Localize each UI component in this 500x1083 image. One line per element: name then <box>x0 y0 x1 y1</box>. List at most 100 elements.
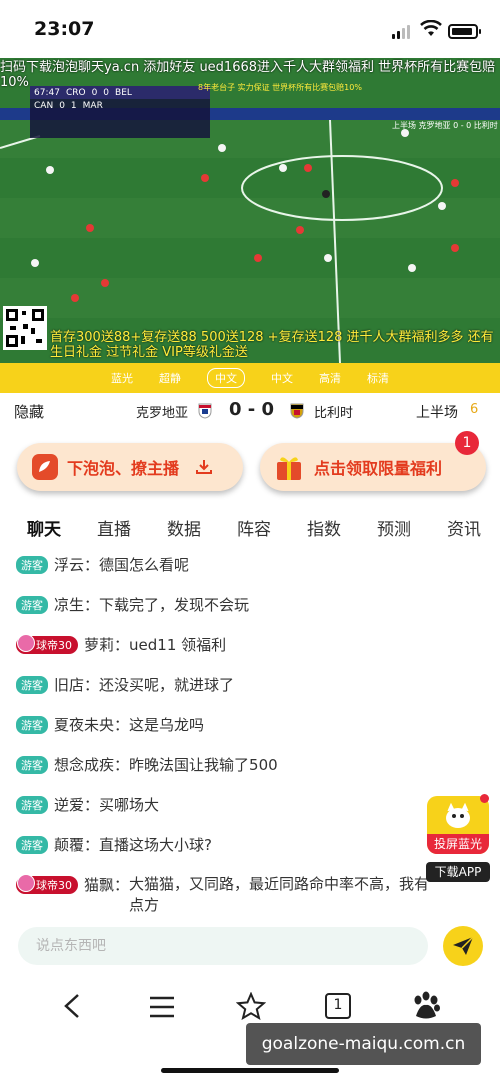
scorebug-sub-home: CAN <box>34 100 54 111</box>
chat-user[interactable]: 逆爱 <box>54 794 84 815</box>
match-period: 上半场 <box>416 405 458 421</box>
download-app-link[interactable]: 下载APP <box>426 862 490 882</box>
croatia-flag-icon <box>198 403 212 419</box>
tab-odds[interactable]: 指数 <box>307 515 341 540</box>
match-score-row: 隐藏 克罗地亚 0 - 0 比利时 上半场 6 <box>0 394 500 430</box>
cast-button[interactable]: 投屏蓝光 <box>427 794 489 854</box>
away-team-name: 比利时 <box>314 406 354 421</box>
quality-option[interactable]: 标清 <box>367 370 389 386</box>
chat-input[interactable]: 说点东西吧 <box>18 927 428 965</box>
match-period-count: 6 <box>470 402 479 417</box>
cast-label: 投屏蓝光 <box>427 834 489 854</box>
send-button[interactable] <box>443 926 483 966</box>
tab-data[interactable]: 数据 <box>167 515 201 540</box>
tab-bar: 聊天 直播 数据 阵容 指数 预测 资讯 <box>0 508 500 546</box>
video-player[interactable]: 扫码下载泡泡聊天ya.cn 添加好友 ued1668进入千人大群领福利 世界杯所… <box>0 58 500 363</box>
chat-text: 昨晚法国让我输了500 <box>129 756 278 774</box>
gift-button-label: 点击领取限量福利 <box>314 459 443 478</box>
quality-option[interactable]: 超静 <box>159 370 181 386</box>
quality-option[interactable]: 蓝光 <box>111 370 133 386</box>
site-watermark: goalzone-maiqu.com.cn <box>246 1023 481 1065</box>
home-team-name: 克罗地亚 <box>136 406 189 421</box>
tab-live[interactable]: 直播 <box>97 515 131 540</box>
chat-text: 下载完了，发现不会玩 <box>99 596 250 614</box>
chili-icon <box>32 454 58 480</box>
chat-message: 游客 想念成疾： 昨晚法国让我输了500 <box>16 754 278 775</box>
cat-mascot-icon <box>446 802 470 828</box>
status-time: 23:07 <box>34 18 95 40</box>
scorebug-sub-home-score: 0 <box>59 100 65 111</box>
hide-button[interactable]: 隐藏 <box>14 401 44 422</box>
colon: ： <box>84 676 100 694</box>
scorebug-sub-away-score: 1 <box>70 100 77 111</box>
chat-message: 球帝30 猫飘： 大猫猫，又同路，最近同路命中率不高，我有点方 <box>16 874 429 916</box>
guest-badge: 游客 <box>16 755 48 774</box>
vip-badge: 球帝30 <box>16 633 78 654</box>
chat-text: 大猫猫，又同路，最近同路命中率不高，我有点方 <box>129 875 430 914</box>
red-dot-badge <box>480 794 489 803</box>
vip-badge: 球帝30 <box>16 874 78 894</box>
back-arrow-icon[interactable] <box>62 993 82 1019</box>
cellular-signal-icon <box>392 25 410 39</box>
download-app-button[interactable]: 下泡泡、撩主播 <box>17 443 243 491</box>
home-indicator <box>161 1068 339 1073</box>
chat-user[interactable]: 凉生 <box>54 594 84 615</box>
belgium-flag-icon <box>290 403 304 419</box>
guest-badge: 游客 <box>16 555 48 574</box>
notification-badge: 1 <box>455 431 479 455</box>
chat-message: 游客 浮云： 德国怎么看呢 <box>16 554 189 575</box>
quality-option[interactable]: 中文 <box>271 370 293 386</box>
chat-text: 买哪场大 <box>99 796 160 814</box>
chat-text: 德国怎么看呢 <box>99 556 190 574</box>
chat-text: ued11 领福利 <box>129 636 227 654</box>
chat-user[interactable]: 猫飘 <box>84 874 114 895</box>
quality-option[interactable]: 高清 <box>319 370 341 386</box>
chat-user[interactable]: 旧店 <box>54 674 84 695</box>
colon: ： <box>114 716 130 734</box>
ad-banner-top: 扫码下载泡泡聊天ya.cn 添加好友 ued1668进入千人大群领福利 世界杯所… <box>0 60 496 90</box>
chat-user[interactable]: 萝莉 <box>84 634 114 655</box>
battery-icon <box>448 24 481 39</box>
claim-gift-button[interactable]: 点击领取限量福利 <box>260 443 486 491</box>
chat-message: 游客 颠覆： 直播这场大小球? <box>16 834 212 855</box>
tab-news[interactable]: 资讯 <box>447 515 481 540</box>
chat-message: 球帝30 萝莉： ued11 领福利 <box>16 633 227 655</box>
qr-code-icon <box>3 306 47 350</box>
download-button-label: 下泡泡、撩主播 <box>67 459 180 478</box>
status-bar: 23:07 <box>0 0 500 58</box>
ad-banner-bottom: 首存300送88+复存送88 500送128 +复存送128 进千人大群福利多多… <box>50 330 494 360</box>
chat-text: 直播这场大小球? <box>99 836 212 854</box>
quality-option-selected[interactable]: 中文 <box>207 368 245 388</box>
match-score: 0 - 0 <box>229 399 275 420</box>
baidu-paw-icon[interactable] <box>410 991 442 1021</box>
tv-scorebug: 67:47 CRO 0 0 BEL CAN 0 1 MAR <box>30 86 210 138</box>
chat-user[interactable]: 想念成疾 <box>54 754 114 775</box>
colon: ： <box>114 876 130 894</box>
scorebug-sub-away: MAR <box>82 100 103 111</box>
chat-user[interactable]: 颠覆 <box>54 834 84 855</box>
colon: ： <box>84 596 100 614</box>
chat-message: 游客 夏夜未央： 这是乌龙吗 <box>16 714 204 735</box>
chat-user[interactable]: 浮云 <box>54 554 84 575</box>
tab-count-button[interactable]: 1 <box>325 993 351 1019</box>
chat-user[interactable]: 夏夜未央 <box>54 714 114 735</box>
guest-badge: 游客 <box>16 595 48 614</box>
menu-icon[interactable] <box>149 996 175 1018</box>
star-bookmark-icon[interactable] <box>236 992 266 1020</box>
gift-box-icon <box>277 457 301 480</box>
download-icon <box>196 460 213 474</box>
chat-text: 还没买呢，就进球了 <box>99 676 235 694</box>
tab-prediction[interactable]: 预测 <box>377 515 411 540</box>
guest-badge: 游客 <box>16 795 48 814</box>
wifi-icon <box>420 20 442 36</box>
guest-badge: 游客 <box>16 675 48 694</box>
chat-message: 游客 逆爱： 买哪场大 <box>16 794 159 815</box>
colon: ： <box>84 556 100 574</box>
video-overlay-score: 上半场 克罗地亚 0 - 0 比利时 <box>392 121 498 130</box>
tab-lineup[interactable]: 阵容 <box>237 515 271 540</box>
chat-message: 游客 凉生： 下载完了，发现不会玩 <box>16 594 249 615</box>
tab-chat[interactable]: 聊天 <box>27 515 61 540</box>
paper-plane-icon <box>453 936 474 955</box>
colon: ： <box>114 636 130 654</box>
quality-selector: 蓝光 超静 中文 中文 高清 标清 <box>0 363 500 393</box>
